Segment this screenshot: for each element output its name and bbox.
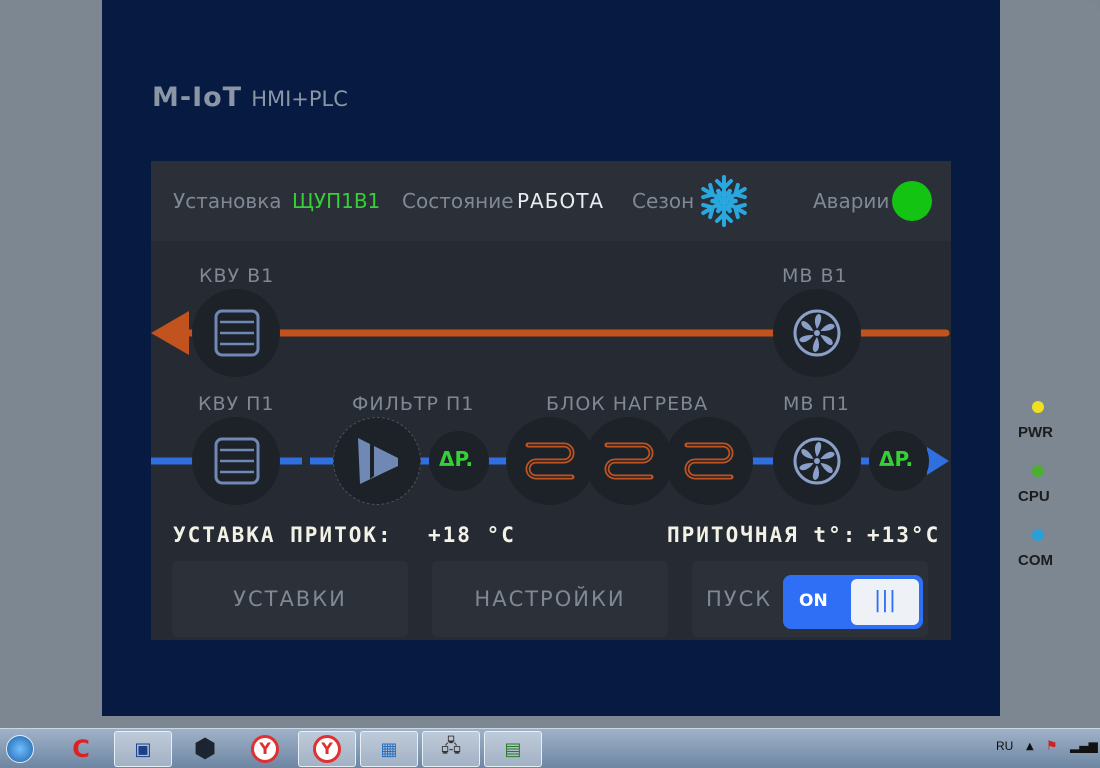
app-window-icon[interactable]: ▣ [114,731,172,767]
logo: M-IoT HMI+PLC [152,82,348,113]
network-icon[interactable]: 🖧 [422,731,480,767]
season-label: Сезон [632,189,695,213]
snowflake-icon [697,175,751,227]
control-panel: Установка ЩУП1В1 Состояние РАБОТА Сезон … [151,161,951,640]
pwr-led [1032,401,1044,413]
filter-p1[interactable] [333,417,421,505]
ccleaner-icon[interactable]: C [52,731,110,767]
toggle-knob: ||| [851,579,919,625]
logo-brand: M-IoT [152,82,243,113]
hexagon-app-icon[interactable]: ⬢ [176,731,234,767]
kvu-v1-damper[interactable] [192,289,280,377]
setpoint-label: УСТАВКА ПРИТОК: [173,523,393,547]
filter-p1-label: ФИЛЬТР П1 [352,393,475,415]
filter-icon [358,438,398,484]
mv-v1-label: МВ В1 [782,265,848,287]
taskbar: C ▣ ⬢ Y Y ▦ 🖧 ▤ RU ▲ ⚑ ▂▄▆ [0,728,1100,768]
setpoints-button[interactable]: УСТАВКИ [172,561,408,637]
com-label: COM [1018,552,1053,569]
yandex-browser-active-icon[interactable]: Y [298,731,356,767]
start-orb-icon[interactable] [0,731,40,767]
device-frame: M-IoT HMI+PLC Установка ЩУП1В1 Состояние… [0,0,1100,768]
alarms-label: Аварии [813,189,890,213]
heater-2[interactable] [585,417,673,505]
dp-label: ΔP. [879,447,914,471]
mv-p1-label: МВ П1 [783,393,850,415]
kvu-v1-label: КВУ В1 [199,265,275,287]
kvu-p1-label: КВУ П1 [198,393,275,415]
fan-icon [793,309,841,357]
cpu-led [1032,465,1044,477]
cpu-label: CPU [1018,488,1050,505]
heater-coil-icon [604,442,654,480]
heater-3[interactable] [665,417,753,505]
yandex-browser-icon[interactable]: Y [236,731,294,767]
heater-1[interactable] [506,417,594,505]
tray-expand-icon[interactable]: ▲ [1026,741,1034,752]
language-indicator[interactable]: RU [996,739,1013,753]
hmi-screen: M-IoT HMI+PLC Установка ЩУП1В1 Состояние… [102,0,1000,716]
damper-icon [214,437,260,485]
filter-dp-sensor[interactable]: ΔP. [429,431,489,491]
unit-value: ЩУП1В1 [292,189,381,213]
signal-icon[interactable]: ▂▄▆ [1070,739,1098,753]
state-value: РАБОТА [517,189,605,213]
supply-temp-value: +13°С [867,523,941,547]
mv-p1-fan[interactable] [773,417,861,505]
state-label: Состояние [402,189,514,213]
control-panel-icon[interactable]: ▦ [360,731,418,767]
hmi-app-icon[interactable]: ▤ [484,731,542,767]
kvu-p1-damper[interactable] [192,417,280,505]
alarm-indicator[interactable] [892,181,932,221]
status-header: Установка ЩУП1В1 Состояние РАБОТА Сезон … [151,161,951,241]
logo-sub: HMI+PLC [251,87,348,111]
heater-coil-icon [525,442,575,480]
heater-coil-icon [684,442,734,480]
pwr-label: PWR [1018,424,1053,441]
dp-label: ΔP. [439,447,474,471]
supply-temp-label: ПРИТОЧНАЯ t°: [667,523,858,547]
settings-button[interactable]: НАСТРОЙКИ [432,561,668,637]
action-center-icon[interactable]: ⚑ [1046,739,1058,754]
setpoint-value: +18 °С [428,523,516,547]
start-label: ПУСК [706,587,773,611]
unit-label: Установка [173,189,282,213]
mv-v1-fan[interactable] [773,289,861,377]
fan-dp-sensor[interactable]: ΔP. [869,431,929,491]
com-led [1032,529,1044,541]
fan-icon [793,437,841,485]
heat-block-label: БЛОК НАГРЕВА [546,393,709,415]
start-toggle[interactable]: ON ||| [783,575,923,629]
toggle-on-label: ON [799,591,828,611]
damper-icon [214,309,260,357]
